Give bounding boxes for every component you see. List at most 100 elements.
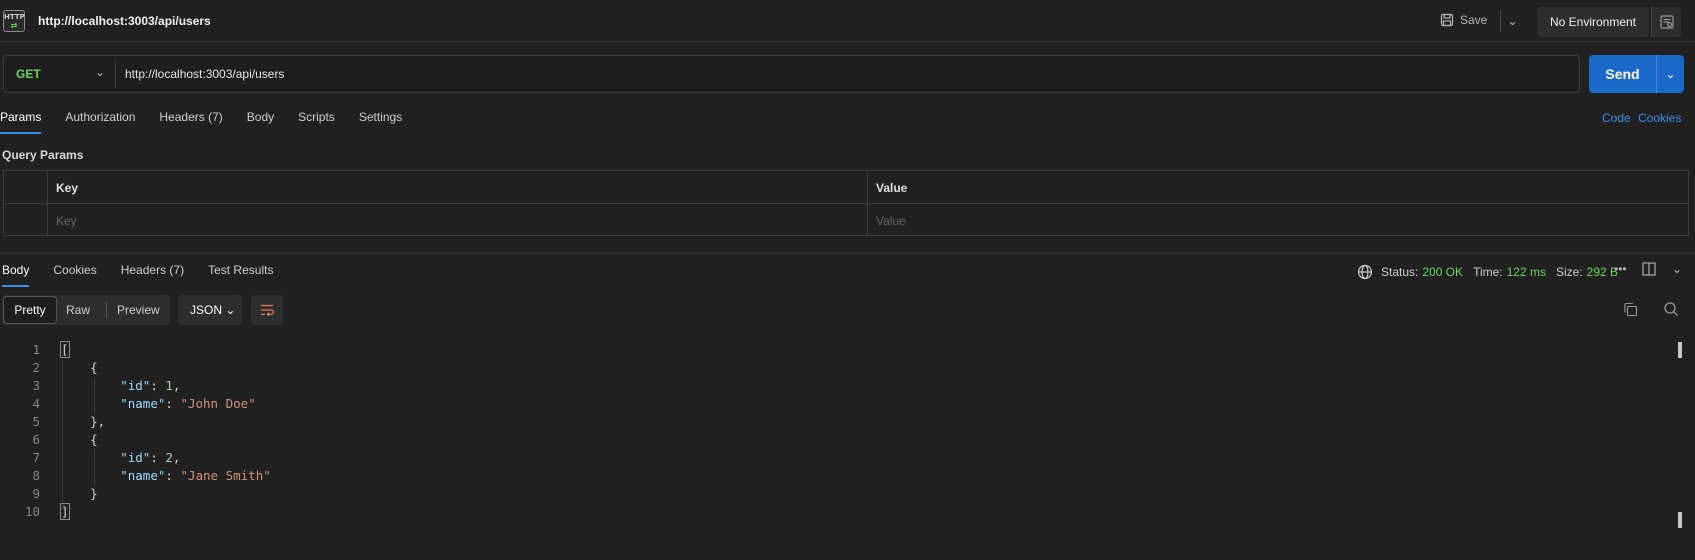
wrap-lines-icon[interactable] bbox=[251, 295, 283, 325]
table-divider bbox=[3, 203, 1689, 204]
tab-headers-count: (7) bbox=[208, 110, 223, 124]
code-line: "id": 2, bbox=[60, 450, 180, 465]
save-options-chevron-down-icon[interactable]: ⌄ bbox=[1500, 10, 1524, 32]
line-number: 7 bbox=[32, 450, 40, 465]
code-line: [ bbox=[60, 341, 70, 358]
scrollbar-marker[interactable] bbox=[1678, 512, 1682, 528]
response-headers-count: (7) bbox=[169, 263, 185, 277]
line-number: 8 bbox=[32, 468, 40, 483]
environment-quick-look-icon[interactable] bbox=[1651, 7, 1681, 37]
code-line: "name": "John Doe" bbox=[60, 396, 256, 411]
json-tail: , bbox=[172, 450, 181, 465]
request-title[interactable]: http://localhost:3003/api/users bbox=[38, 14, 211, 28]
tab-headers[interactable]: Headers (7) bbox=[159, 110, 222, 134]
time-value[interactable]: 122 ms bbox=[1507, 265, 1546, 279]
copy-icon[interactable] bbox=[1623, 302, 1638, 320]
open-bracket: [ bbox=[60, 341, 70, 358]
response-headers-label: Headers bbox=[120, 263, 167, 277]
globe-icon[interactable] bbox=[1357, 264, 1373, 280]
collapse-response-chevron-down-icon[interactable]: ⌄ bbox=[1672, 262, 1682, 276]
json-key: "name" bbox=[120, 396, 166, 411]
save-icon bbox=[1440, 13, 1454, 27]
line-number: 5 bbox=[32, 414, 40, 429]
http-request-icon: HTTP ⇄ bbox=[3, 10, 25, 32]
line-number: 2 bbox=[32, 360, 40, 375]
response-tabs: Body Cookies Headers (7) Test Results bbox=[2, 263, 273, 287]
param-key-input[interactable]: Key bbox=[56, 214, 77, 228]
json-key: "id" bbox=[120, 450, 151, 465]
send-button[interactable]: Send bbox=[1589, 55, 1656, 93]
tab-response-body[interactable]: Body bbox=[2, 263, 30, 287]
raw-button[interactable]: Raw bbox=[66, 296, 90, 324]
line-number: 10 bbox=[24, 504, 40, 519]
close-bracket: ] bbox=[60, 503, 70, 520]
status-value[interactable]: 200 OK bbox=[1422, 265, 1463, 279]
line-number: 4 bbox=[32, 396, 40, 411]
save-label: Save bbox=[1460, 13, 1488, 27]
line-number: 6 bbox=[32, 432, 40, 447]
json-tail: , bbox=[172, 378, 181, 393]
tab-response-cookies[interactable]: Cookies bbox=[53, 263, 96, 287]
tab-authorization[interactable]: Authorization bbox=[65, 110, 135, 134]
json-number: 1 bbox=[165, 378, 173, 393]
param-value-input[interactable]: Value bbox=[876, 214, 906, 228]
pretty-button[interactable]: Pretty bbox=[3, 296, 57, 324]
send-options-chevron-down-icon[interactable]: ⌄ bbox=[1656, 55, 1684, 93]
json-key: "name" bbox=[120, 468, 166, 483]
query-params-title: Query Params bbox=[2, 148, 84, 162]
response-body-editor[interactable]: 1 [ 2 { 3 "id": 1, 4 "name": "John Doe" … bbox=[0, 341, 1695, 532]
code-line: "id": 1, bbox=[60, 378, 180, 393]
tab-headers-label: Headers bbox=[159, 110, 205, 124]
size-label: Size: bbox=[1555, 265, 1583, 279]
tab-test-results[interactable]: Test Results bbox=[208, 263, 273, 287]
json-number: 2 bbox=[165, 450, 173, 465]
response-meta: Status: 200 OK Time: 122 ms Size: 292 B bbox=[1357, 264, 1624, 280]
json-sep: : bbox=[150, 450, 166, 465]
json-sep: : bbox=[165, 396, 181, 411]
preview-button[interactable]: Preview bbox=[117, 296, 160, 324]
json-key: "id" bbox=[120, 378, 151, 393]
format-separator bbox=[106, 302, 107, 318]
table-column-divider bbox=[867, 170, 868, 236]
code-line: ] bbox=[60, 503, 70, 520]
tab-scripts[interactable]: Scripts bbox=[298, 110, 335, 134]
code-line: { bbox=[60, 360, 98, 375]
url-input[interactable]: http://localhost:3003/api/users bbox=[125, 67, 284, 81]
code-line: "name": "Jane Smith" bbox=[60, 468, 271, 483]
save-button[interactable]: Save bbox=[1440, 13, 1487, 27]
response-divider[interactable] bbox=[0, 253, 1695, 254]
url-divider bbox=[115, 60, 116, 88]
layout-toggle-icon[interactable] bbox=[1642, 262, 1656, 279]
value-column-header: Value bbox=[876, 181, 908, 195]
environment-selector[interactable]: No Environment bbox=[1537, 7, 1649, 37]
time-label: Time: bbox=[1473, 265, 1503, 279]
json-sep: : bbox=[150, 378, 166, 393]
chevron-down-icon[interactable]: ⌄ bbox=[95, 65, 105, 79]
line-number: 1 bbox=[32, 342, 40, 357]
code-line: }, bbox=[60, 414, 106, 429]
line-number: 3 bbox=[32, 378, 40, 393]
chevron-down-icon: ⌄ bbox=[225, 303, 236, 317]
line-number: 9 bbox=[32, 486, 40, 501]
language-selector[interactable]: JSON ⌄ bbox=[178, 295, 242, 325]
method-selector[interactable]: GET bbox=[16, 67, 41, 81]
tab-settings[interactable]: Settings bbox=[359, 110, 402, 134]
json-string: "Jane Smith" bbox=[180, 468, 271, 483]
tab-body[interactable]: Body bbox=[247, 110, 274, 134]
cookies-link[interactable]: Cookies bbox=[1638, 111, 1681, 125]
code-link[interactable]: Code bbox=[1602, 111, 1631, 125]
search-icon[interactable] bbox=[1663, 301, 1679, 320]
tab-response-headers[interactable]: Headers (7) bbox=[121, 263, 184, 287]
tab-params[interactable]: Params bbox=[0, 110, 42, 134]
language-label: JSON bbox=[190, 303, 223, 317]
code-line: } bbox=[60, 486, 98, 501]
table-column-divider bbox=[47, 170, 48, 236]
scrollbar-marker[interactable] bbox=[1678, 342, 1682, 358]
key-column-header: Key bbox=[56, 181, 79, 195]
json-string: "John Doe" bbox=[180, 396, 256, 411]
more-options-icon[interactable]: ••• bbox=[1614, 262, 1627, 276]
json-sep: : bbox=[165, 468, 181, 483]
code-line: { bbox=[60, 432, 98, 447]
request-tabs: Params Authorization Headers (7) Body Sc… bbox=[0, 110, 402, 134]
status-label: Status: bbox=[1381, 265, 1419, 279]
